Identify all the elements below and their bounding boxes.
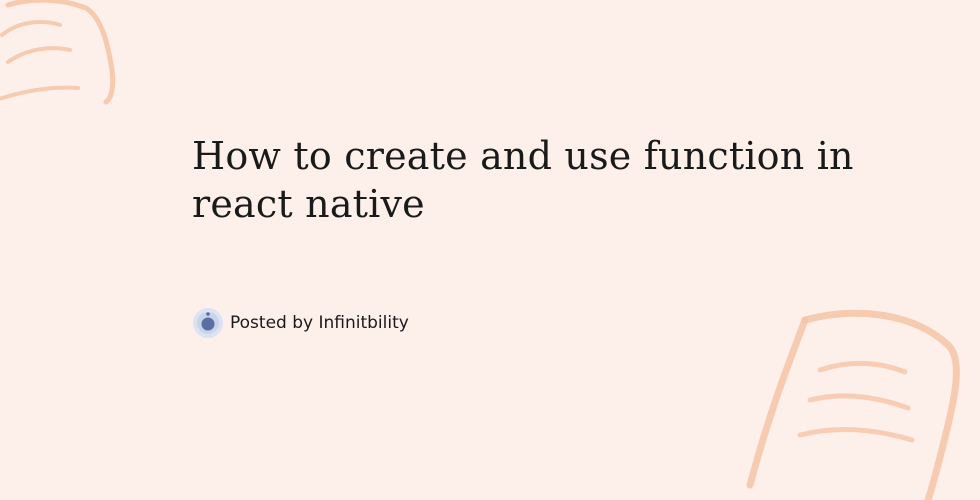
post-byline: Posted by Infinitbility [192, 307, 409, 339]
byline-text: Posted by Infinitbility [230, 313, 409, 333]
decorative-doodle-bottom-right [746, 309, 960, 500]
post-title: How to create and use function in react … [192, 134, 854, 226]
infinitbility-logo-icon [193, 308, 223, 338]
decorative-doodle-top-left [0, 0, 116, 105]
